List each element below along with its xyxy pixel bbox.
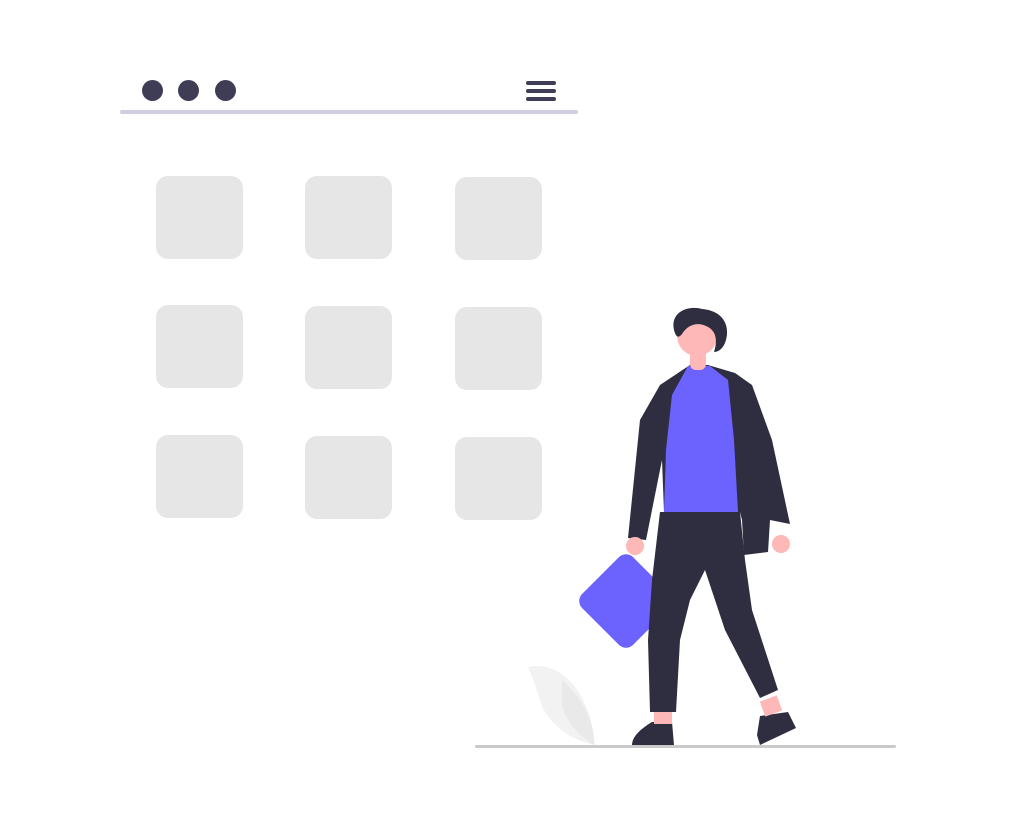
walking-person-illustration	[528, 307, 796, 745]
app-tile-5[interactable]	[305, 306, 392, 389]
ground-line	[475, 745, 896, 748]
head-illustration	[673, 307, 728, 370]
pants-illustration	[648, 512, 778, 712]
hamburger-menu-icon[interactable]	[526, 81, 556, 101]
leaf-plant-illustration	[528, 665, 595, 745]
menu-bar-3	[526, 97, 556, 101]
app-tile-7[interactable]	[156, 435, 243, 518]
window-dot-3[interactable]	[215, 80, 236, 101]
hands-illustration	[626, 535, 790, 555]
briefcase-illustration	[579, 554, 673, 648]
app-launcher-illustration	[0, 0, 1016, 829]
app-tile-4[interactable]	[156, 305, 243, 388]
app-tile-9[interactable]	[455, 437, 542, 520]
app-tile-1[interactable]	[156, 176, 243, 259]
window-dot-2[interactable]	[178, 80, 199, 101]
shirt-illustration	[664, 366, 738, 512]
app-tile-2[interactable]	[305, 176, 392, 259]
jacket-illustration	[628, 365, 790, 555]
header-divider	[120, 110, 578, 114]
app-tile-6[interactable]	[455, 307, 542, 390]
app-tile-3[interactable]	[455, 177, 542, 260]
menu-bar-1	[526, 81, 556, 85]
menu-bar-2	[526, 89, 556, 93]
window-dot-1[interactable]	[142, 80, 163, 101]
shoes-illustration	[632, 695, 796, 745]
app-tile-8[interactable]	[305, 436, 392, 519]
